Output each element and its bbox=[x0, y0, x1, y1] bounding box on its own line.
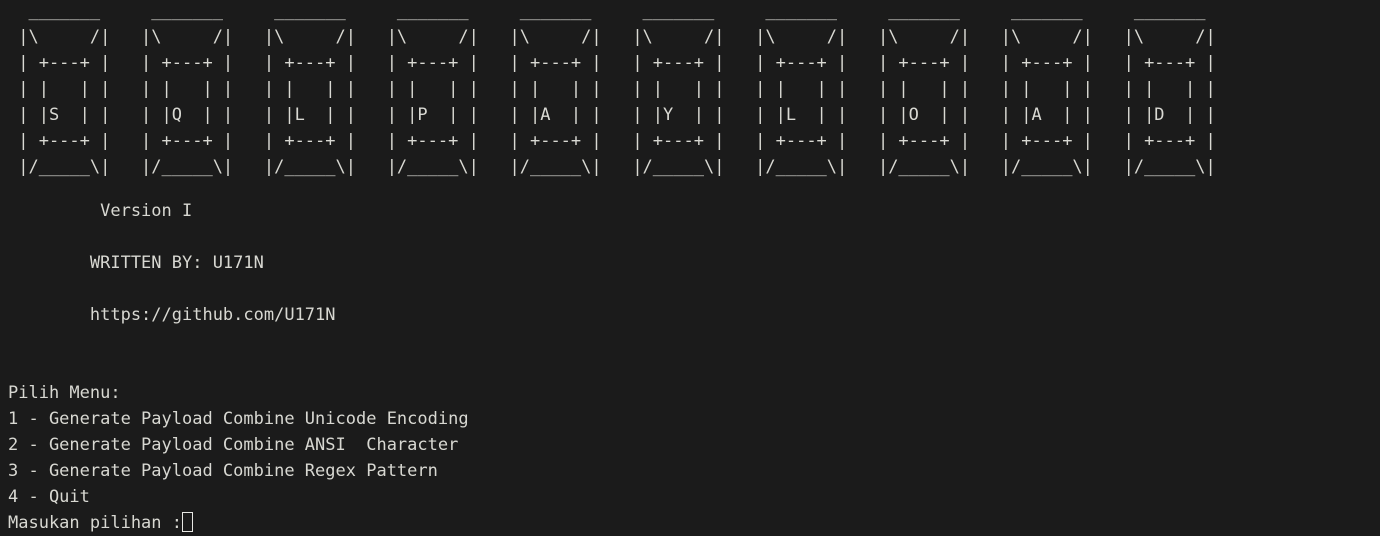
menu-block: Pilih Menu: 1 - Generate Payload Combine… bbox=[8, 380, 469, 536]
version-line: Version I bbox=[8, 201, 193, 221]
credits-block: Version I WRITTEN BY: U171N https://gith… bbox=[8, 198, 336, 328]
author-line: WRITTEN BY: U171N bbox=[8, 253, 264, 273]
spacer-line-2 bbox=[8, 276, 336, 302]
menu-heading: Pilih Menu: bbox=[8, 383, 121, 403]
menu-option-1[interactable]: 1 - Generate Payload Combine Unicode Enc… bbox=[8, 406, 469, 432]
menu-option-2[interactable]: 2 - Generate Payload Combine ANSI Charac… bbox=[8, 432, 469, 458]
github-url-line: https://github.com/U171N bbox=[8, 305, 336, 325]
text-cursor[interactable] bbox=[182, 512, 193, 532]
prompt-line[interactable]: Masukan pilihan : bbox=[8, 510, 469, 536]
spacer-line-1 bbox=[8, 224, 336, 250]
terminal-window[interactable]: _______ _______ _______ _______ _______ … bbox=[0, 0, 1380, 535]
ascii-art-banner: _______ _______ _______ _______ _______ … bbox=[18, 1, 1216, 177]
menu-option-4[interactable]: 4 - Quit bbox=[8, 484, 469, 510]
menu-option-3[interactable]: 3 - Generate Payload Combine Regex Patte… bbox=[8, 458, 469, 484]
prompt-label: Masukan pilihan : bbox=[8, 513, 182, 533]
